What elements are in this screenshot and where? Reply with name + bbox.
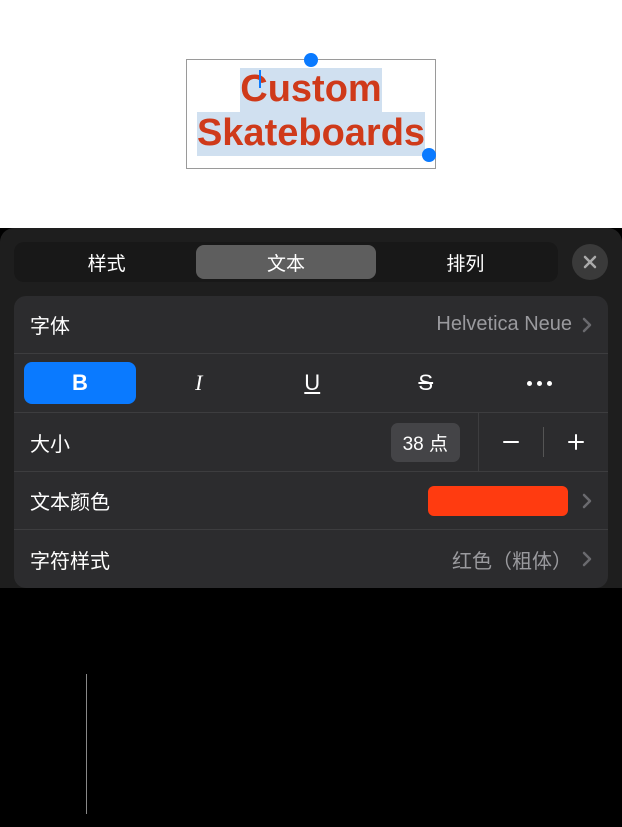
font-row[interactable]: 字体 Helvetica Neue — [14, 296, 608, 354]
minus-icon — [501, 432, 521, 452]
text-line-2[interactable]: Skateboards — [197, 112, 425, 156]
canvas-area: Custom Skateboards — [0, 0, 622, 228]
callout-line — [86, 674, 87, 814]
underline-button[interactable]: U — [256, 362, 370, 404]
close-icon — [582, 254, 598, 270]
tab-style[interactable]: 样式 — [17, 245, 196, 279]
size-stepper — [478, 413, 608, 471]
text-color-label: 文本颜色 — [30, 486, 110, 515]
selection-handle-top[interactable] — [304, 53, 318, 67]
text-format-section: 字体 Helvetica Neue B I U S 大小 38 点 — [14, 296, 608, 588]
selection-cursor — [259, 70, 261, 88]
tab-text[interactable]: 文本 — [196, 245, 375, 279]
chevron-right-icon — [582, 317, 592, 333]
format-panel: 样式 文本 排列 字体 Helvetica Neue B I U S — [0, 228, 622, 588]
size-increase-button[interactable] — [544, 413, 608, 471]
segmented-control: 样式 文本 排列 — [14, 242, 558, 282]
size-label: 大小 — [30, 428, 70, 457]
bold-button[interactable]: B — [24, 362, 136, 404]
selection-handle-bottom[interactable] — [422, 148, 436, 162]
character-style-label: 字符样式 — [30, 545, 110, 574]
italic-button[interactable]: I — [142, 362, 256, 404]
more-styles-button[interactable] — [483, 362, 597, 404]
tab-arrange[interactable]: 排列 — [376, 245, 555, 279]
size-row: 大小 38 点 — [14, 413, 608, 472]
chevron-right-icon — [582, 551, 592, 567]
close-button[interactable] — [572, 244, 608, 280]
font-label: 字体 — [30, 310, 70, 339]
text-color-swatch[interactable] — [428, 486, 568, 516]
style-buttons-row: B I U S — [14, 354, 608, 413]
font-value: Helvetica Neue — [436, 313, 572, 336]
character-style-value: 红色（粗体） — [452, 545, 572, 574]
chevron-right-icon — [582, 493, 592, 509]
selected-text-box[interactable]: Custom Skateboards — [186, 59, 436, 168]
size-decrease-button[interactable] — [479, 413, 543, 471]
size-value[interactable]: 38 点 — [391, 423, 460, 462]
text-line-1[interactable]: Custom — [240, 68, 381, 112]
panel-header: 样式 文本 排列 — [8, 242, 614, 296]
plus-icon — [566, 432, 586, 452]
strikethrough-button[interactable]: S — [369, 362, 483, 404]
ellipsis-icon — [527, 381, 552, 386]
text-color-row[interactable]: 文本颜色 — [14, 472, 608, 530]
character-style-row[interactable]: 字符样式 红色（粗体） — [14, 530, 608, 588]
